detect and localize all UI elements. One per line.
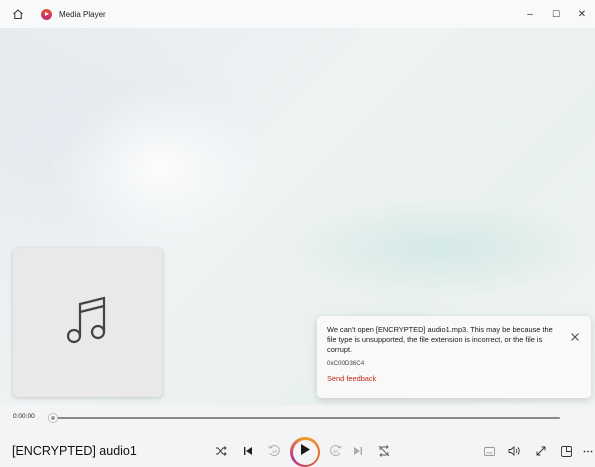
- track-title: [ENCRYPTED] audio1: [12, 444, 137, 458]
- play-button-inner: [292, 439, 318, 465]
- error-toast: We can't open [ENCRYPTED] audio1.mp3. Th…: [317, 316, 591, 398]
- skip-forward-icon[interactable]: 30: [328, 442, 344, 458]
- shuffle-icon[interactable]: [214, 444, 228, 458]
- skip-back-icon[interactable]: 10: [266, 442, 282, 458]
- music-note-icon: [64, 294, 112, 351]
- play-icon: [299, 443, 311, 461]
- album-art: [13, 248, 162, 397]
- fullscreen-icon[interactable]: [534, 444, 548, 458]
- subtitles-icon[interactable]: [482, 444, 496, 458]
- error-code: 0xC00D36C4: [327, 360, 365, 367]
- next-icon[interactable]: [351, 444, 365, 458]
- transport-bar: [ENCRYPTED] audio1 10 30: [0, 428, 595, 467]
- window-controls: – ☐ ✕: [517, 0, 595, 28]
- send-feedback-link[interactable]: Send feedback: [327, 374, 561, 383]
- minimize-button[interactable]: –: [517, 0, 543, 28]
- close-icon[interactable]: [570, 329, 580, 341]
- skip-forward-label: 30: [333, 449, 339, 454]
- title-bar: Media Player – ☐ ✕: [0, 0, 595, 28]
- skip-back-label: 10: [272, 449, 278, 454]
- home-icon[interactable]: [11, 7, 25, 21]
- app-logo-icon: [41, 8, 52, 20]
- repeat-off-icon[interactable]: [377, 444, 391, 458]
- seek-thumb[interactable]: [48, 413, 58, 423]
- seek-bar[interactable]: [52, 417, 560, 419]
- previous-icon[interactable]: [241, 444, 255, 458]
- maximize-button[interactable]: ☐: [543, 0, 569, 28]
- play-button[interactable]: [290, 437, 320, 467]
- window-title: Media Player: [59, 9, 106, 19]
- current-time: 0:00:00: [13, 413, 35, 420]
- close-button[interactable]: ✕: [569, 0, 595, 28]
- mini-player-icon[interactable]: [559, 444, 573, 458]
- more-options-icon[interactable]: [582, 444, 594, 458]
- volume-icon[interactable]: [507, 444, 521, 458]
- error-message: We can't open [ENCRYPTED] audio1.mp3. Th…: [327, 325, 553, 354]
